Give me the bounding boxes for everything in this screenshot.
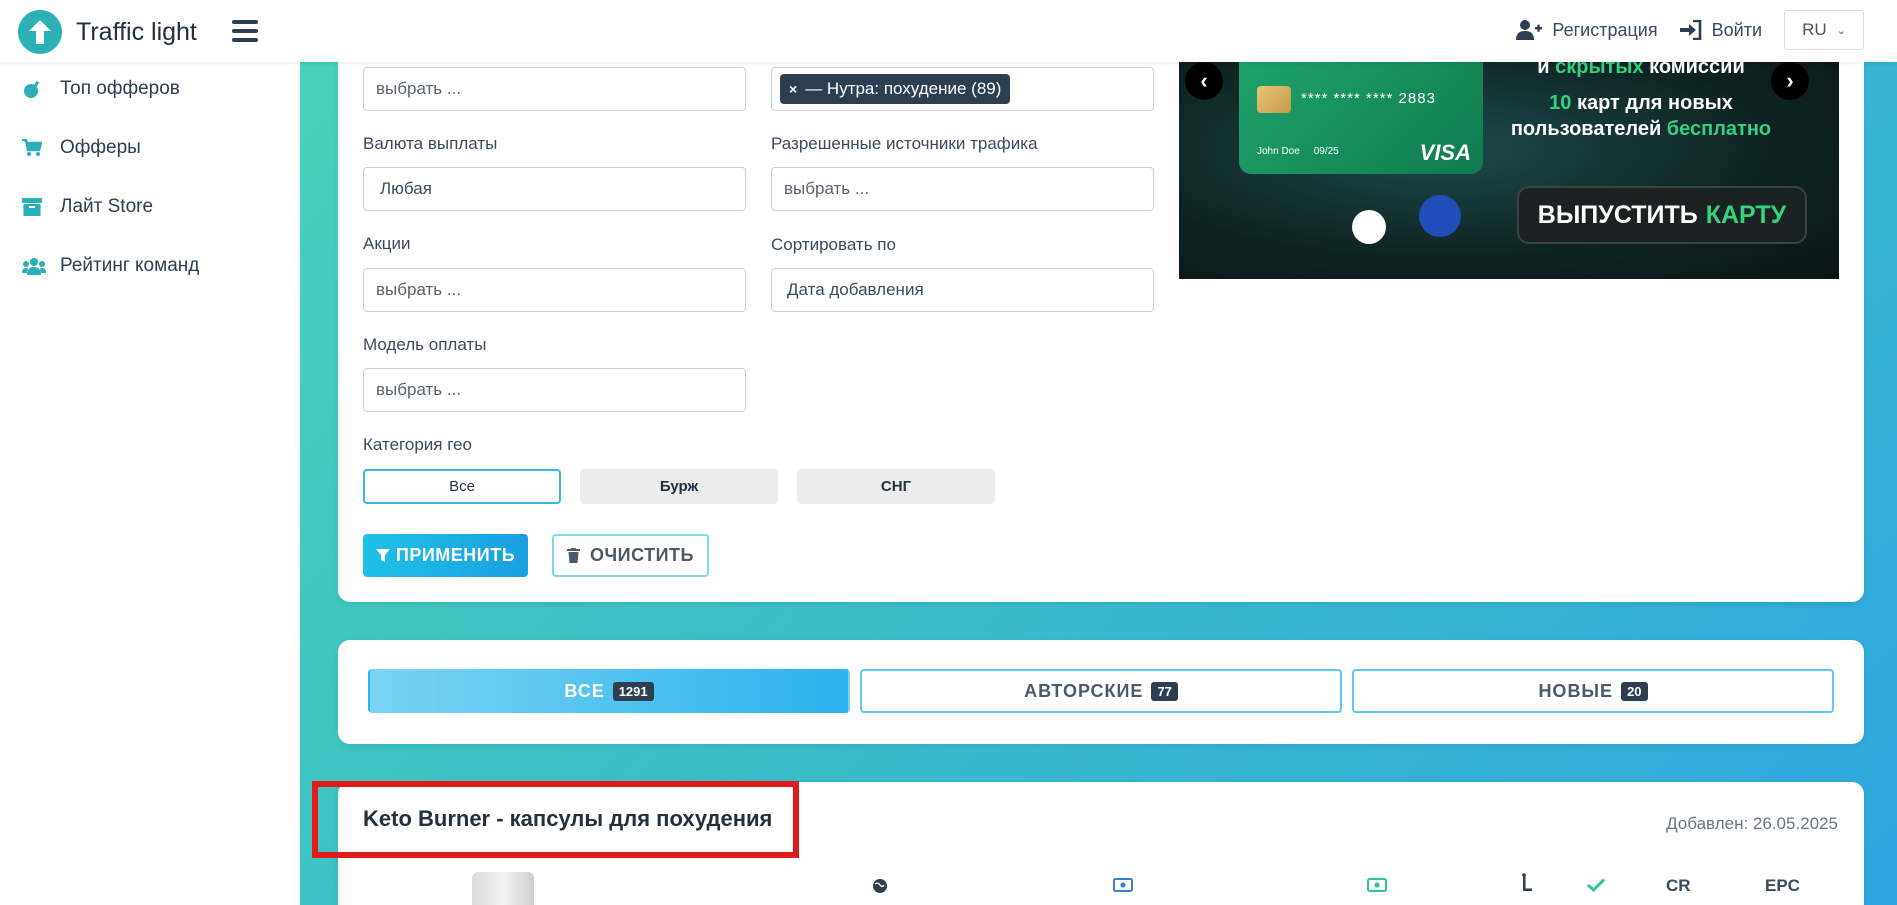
top-bar: Traffic light Регистрация Войти RU ⌄ bbox=[0, 0, 1897, 62]
count-badge: 77 bbox=[1151, 681, 1178, 701]
sidebar: Топ офферов Офферы Лайт Store Рейтинг ко… bbox=[0, 62, 300, 905]
sidebar-item-label: Лайт Store bbox=[60, 196, 154, 217]
login-link[interactable]: Войти bbox=[1679, 19, 1762, 41]
product-image[interactable] bbox=[472, 872, 534, 905]
tag-label: — Нутра: похудение (89) bbox=[805, 79, 1002, 98]
selected-value: Любая bbox=[380, 179, 432, 198]
count-badge: 1291 bbox=[612, 681, 654, 701]
money-icon bbox=[1367, 878, 1387, 897]
offer-tabs-panel: ВСЕ 1291 АВТОРСКИЕ 77 НОВЫЕ 20 bbox=[338, 640, 1864, 744]
sign-in-icon bbox=[1679, 20, 1701, 40]
sidebar-item-label: Рейтинг команд bbox=[60, 255, 200, 276]
logo-text: Traffic light bbox=[76, 17, 197, 46]
register-label: Регистрация bbox=[1552, 19, 1658, 40]
trash-icon bbox=[566, 548, 580, 563]
cart-icon bbox=[22, 139, 60, 157]
placeholder: выбрать ... bbox=[784, 179, 870, 198]
apply-label: ПРИМЕНИТЬ bbox=[395, 545, 516, 565]
banner-text: 10 карт для новых пользователей бесплатн… bbox=[1510, 92, 1772, 140]
payment-model-label: Модель оплаты bbox=[363, 335, 487, 354]
sidebar-item-top-offers[interactable]: Топ офферов bbox=[22, 78, 180, 100]
sidebar-item-team-rating[interactable]: Рейтинг команд bbox=[22, 255, 199, 277]
apply-button[interactable]: ПРИМЕНИТЬ bbox=[363, 534, 528, 577]
issue-card-button[interactable]: ВЫПУСТИТЬ КАРТУ bbox=[1517, 186, 1807, 244]
sidebar-item-offers[interactable]: Офферы bbox=[22, 137, 141, 159]
globe-icon bbox=[872, 878, 888, 899]
card-holder: John Doe 09/25 bbox=[1257, 146, 1339, 157]
sidebar-item-label: Топ офферов bbox=[60, 78, 180, 99]
check-icon bbox=[1586, 878, 1606, 897]
tab-label: ВСЕ bbox=[564, 680, 605, 701]
card-image: **** **** **** 2883 John Doe 09/25 VISA bbox=[1239, 62, 1483, 174]
logo[interactable]: Traffic light bbox=[18, 10, 197, 54]
count-badge: 20 bbox=[1621, 681, 1648, 701]
selected-value: Дата добавления bbox=[787, 280, 924, 299]
niche-filter-input[interactable]: × — Нутра: похудение (89) bbox=[771, 67, 1154, 111]
sidebar-item-lite-store[interactable]: Лайт Store bbox=[22, 196, 153, 218]
user-plus-icon bbox=[1516, 20, 1543, 40]
promotions-label: Акции bbox=[363, 234, 411, 253]
visa-logo: VISA bbox=[1419, 140, 1471, 165]
promo-banner[interactable]: **** **** **** 2883 John Doe 09/25 VISA … bbox=[1179, 62, 1839, 279]
language-select[interactable]: RU ⌄ bbox=[1784, 10, 1864, 50]
category-filter-input[interactable]: выбрать ... bbox=[363, 67, 746, 111]
filter-icon bbox=[375, 548, 390, 562]
tab-all[interactable]: ВСЕ 1291 bbox=[368, 669, 850, 713]
clear-button[interactable]: ОЧИСТИТЬ bbox=[552, 534, 709, 577]
sort-label: Сортировать по bbox=[771, 235, 896, 254]
geo-burzh-button[interactable]: Бурж bbox=[580, 469, 778, 504]
traffic-sources-label: Разрешенные источники трафика bbox=[771, 134, 1038, 153]
next-slide-icon[interactable]: › bbox=[1771, 62, 1809, 100]
archive-icon bbox=[22, 198, 60, 216]
payment-model-input[interactable]: выбрать ... bbox=[363, 368, 746, 412]
placeholder: выбрать ... bbox=[376, 280, 462, 299]
tab-authors[interactable]: АВТОРСКИЕ 77 bbox=[860, 669, 1342, 713]
payout-currency-label: Валюта выплаты bbox=[363, 134, 498, 153]
chip-icon bbox=[1257, 86, 1291, 113]
money-icon bbox=[1113, 878, 1133, 897]
geo-category-label: Категория гео bbox=[363, 435, 472, 454]
remove-tag-icon[interactable]: × bbox=[789, 81, 797, 97]
app-logo-icon bbox=[1419, 195, 1461, 237]
tab-new[interactable]: НОВЫЕ 20 bbox=[1352, 669, 1834, 713]
highlight-box bbox=[312, 781, 799, 858]
hold-icon bbox=[1520, 873, 1534, 898]
prev-slide-icon[interactable]: ‹ bbox=[1185, 62, 1223, 100]
traffic-sources-input[interactable]: выбрать ... bbox=[771, 167, 1154, 211]
chevron-down-icon: ⌄ bbox=[1836, 24, 1846, 37]
bomb-icon bbox=[22, 79, 60, 99]
payout-currency-select[interactable]: Любая bbox=[363, 167, 746, 211]
clear-label: ОЧИСТИТЬ bbox=[589, 545, 694, 565]
language-value: RU bbox=[1802, 20, 1827, 39]
geo-cis-button[interactable]: СНГ bbox=[797, 469, 995, 504]
card-number: **** **** **** 2883 bbox=[1301, 90, 1436, 107]
login-label: Войти bbox=[1711, 19, 1762, 40]
geo-all-button[interactable]: Все bbox=[363, 469, 561, 504]
menu-toggle-icon[interactable] bbox=[232, 20, 258, 42]
column-cr: CR bbox=[1666, 876, 1691, 895]
tab-label: АВТОРСКИЕ bbox=[1024, 680, 1144, 701]
users-icon bbox=[22, 257, 60, 275]
offer-added-date: Добавлен: 26.05.2025 bbox=[1666, 814, 1838, 833]
sidebar-item-label: Офферы bbox=[60, 137, 141, 158]
placeholder: выбрать ... bbox=[376, 79, 462, 98]
placeholder: выбрать ... bbox=[376, 380, 462, 399]
tab-label: НОВЫЕ bbox=[1538, 680, 1614, 701]
app-logo-icon bbox=[1352, 210, 1386, 244]
promotions-input[interactable]: выбрать ... bbox=[363, 268, 746, 312]
selected-tag: × — Нутра: похудение (89) bbox=[780, 74, 1011, 104]
logo-arrow-icon bbox=[18, 10, 62, 54]
sort-select[interactable]: Дата добавления bbox=[771, 268, 1154, 312]
column-epc: EPC bbox=[1765, 876, 1800, 895]
banner-top-text: и скрытых комиссий bbox=[1537, 62, 1745, 78]
register-link[interactable]: Регистрация bbox=[1516, 19, 1658, 41]
